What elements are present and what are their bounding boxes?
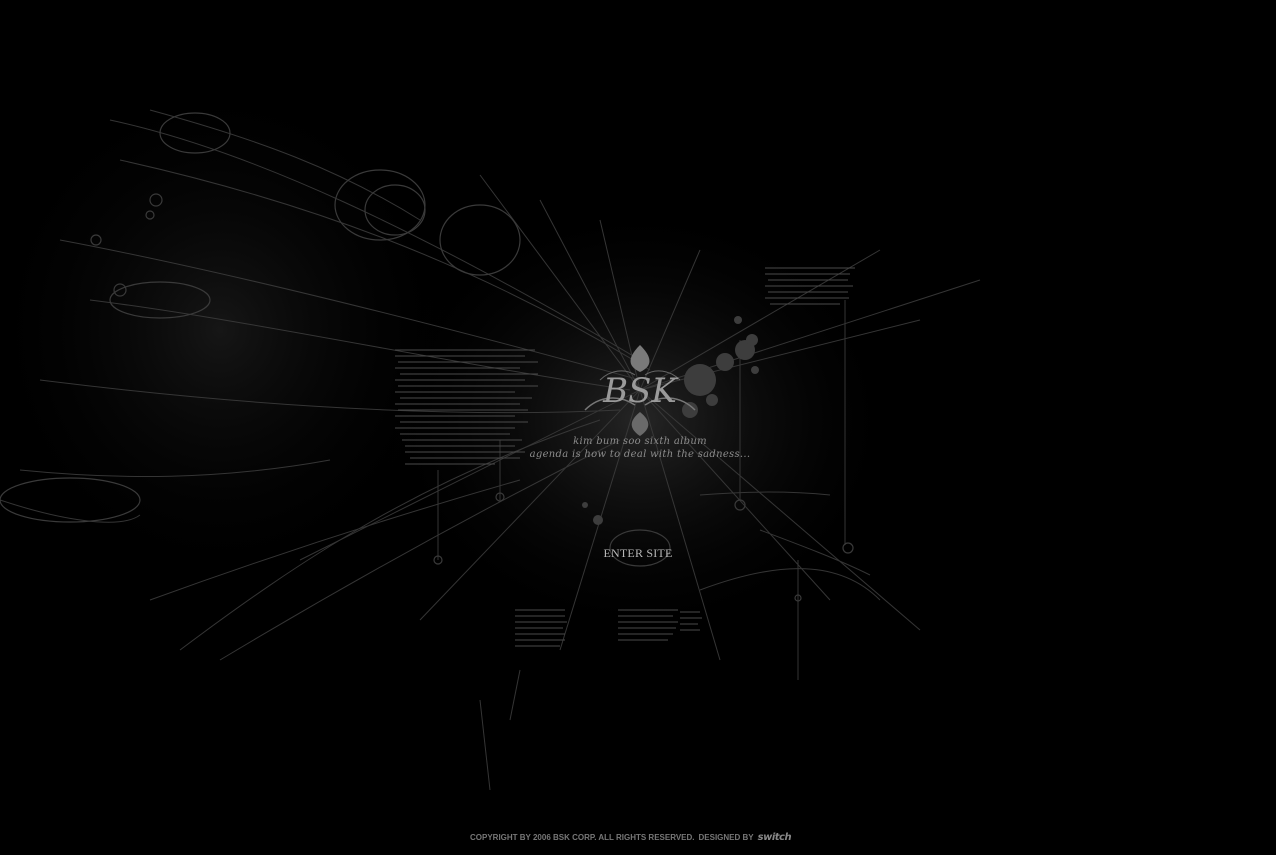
designer-logo-link[interactable]: switch bbox=[758, 832, 792, 843]
background-sketch-artwork bbox=[0, 70, 981, 791]
splash-page: BSK kim bum soo sixth album agenda is ho… bbox=[0, 0, 1276, 855]
tagline-line-1: kim bum soo sixth album bbox=[573, 436, 707, 447]
bsk-logo: BSK bbox=[602, 371, 679, 411]
bsk-logo-text: BSK bbox=[602, 371, 679, 411]
tagline-line-2: agenda is how to deal with the sadness..… bbox=[529, 449, 751, 460]
enter-site-link[interactable]: ENTER SITE bbox=[598, 544, 678, 562]
designed-by-label: DESIGNED BY bbox=[698, 832, 754, 842]
copyright-text: COPYRIGHT BY 2006 BSK CORP. ALL RIGHTS R… bbox=[470, 832, 695, 842]
footer: COPYRIGHT BY 2006 BSK CORP. ALL RIGHTS R… bbox=[470, 830, 810, 844]
